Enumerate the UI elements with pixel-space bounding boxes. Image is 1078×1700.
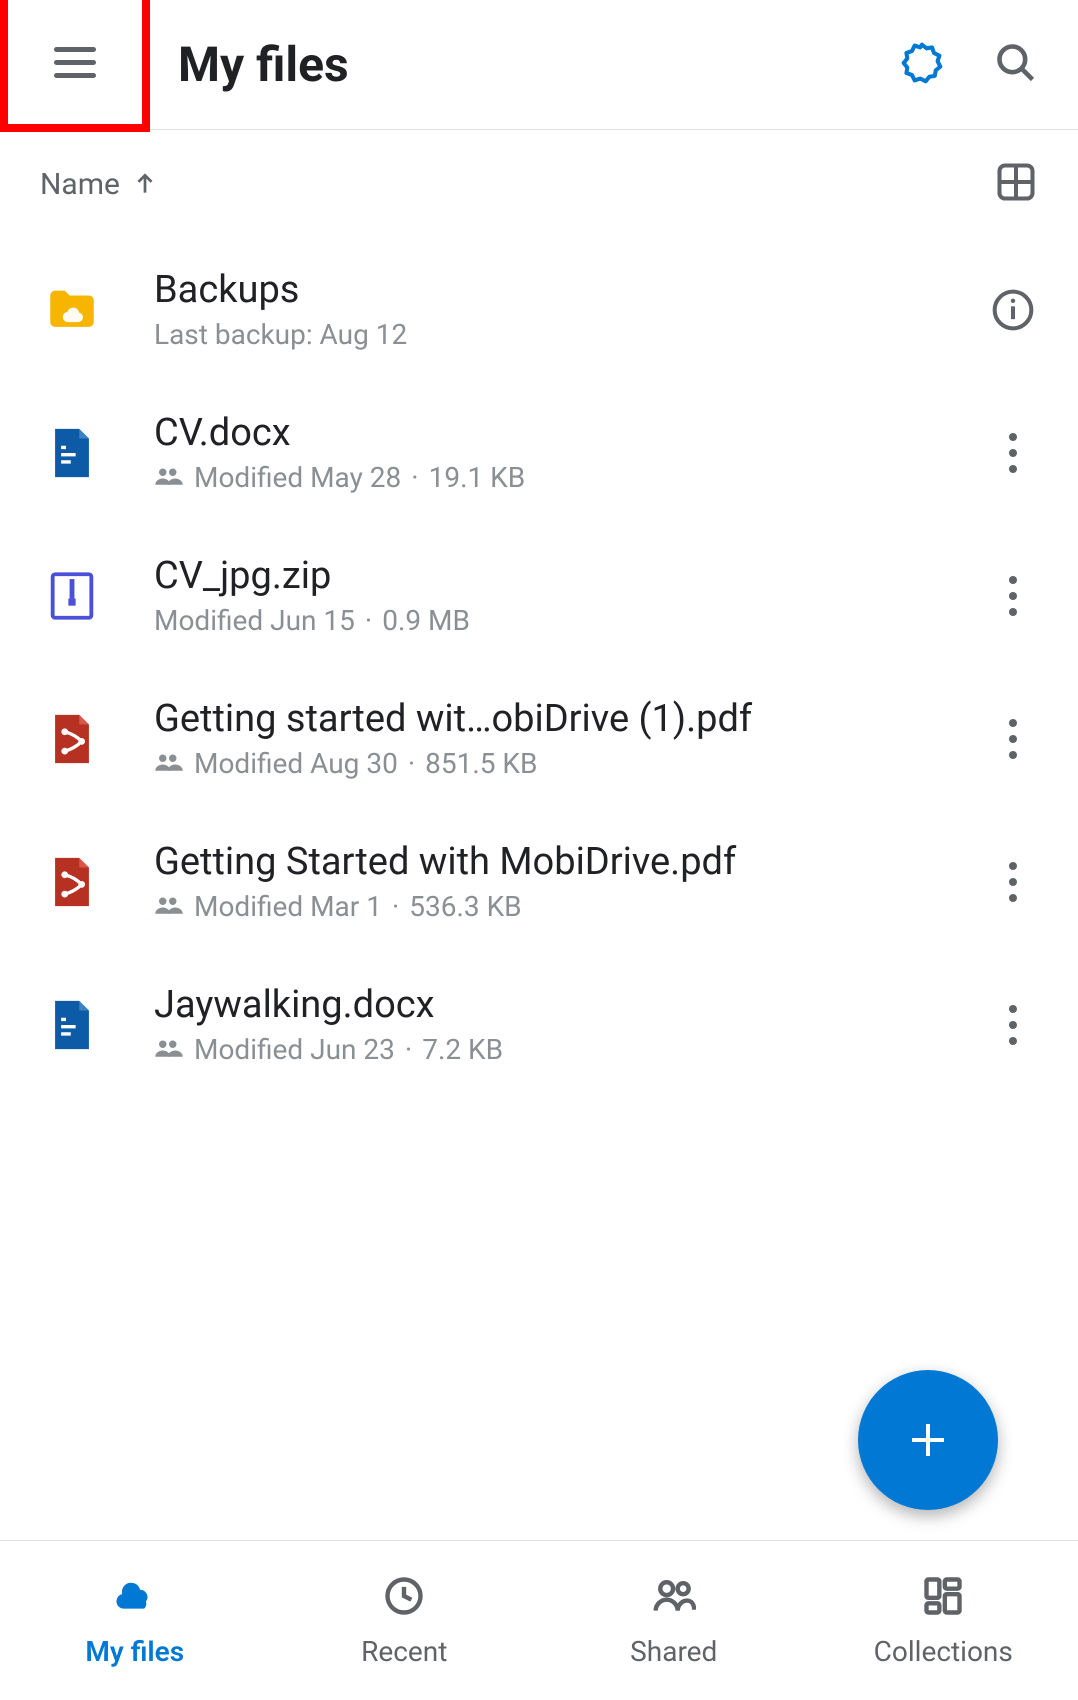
nav-label: Recent <box>361 1635 447 1668</box>
nav-label: Collections <box>874 1635 1013 1668</box>
file-info: CV_jpg.zip Modified Jun 15 · 0.9 MB <box>154 554 988 637</box>
more-icon <box>1009 719 1017 759</box>
file-size: 7.2 KB <box>422 1033 503 1066</box>
search-icon[interactable] <box>994 41 1038 89</box>
pdf-icon <box>40 850 104 914</box>
people-icon <box>652 1574 696 1625</box>
file-list: Backups Last backup: Aug 12 CV.docx Modifie… <box>0 238 1078 1096</box>
cloud-icon <box>113 1574 157 1625</box>
file-row[interactable]: Getting started wit…obiDrive (1).pdf Modi… <box>0 667 1078 810</box>
file-info: Getting started wit…obiDrive (1).pdf Modi… <box>154 697 988 780</box>
sort-button[interactable]: Name <box>40 167 158 202</box>
file-size: 536.3 KB <box>409 890 521 923</box>
shared-icon <box>154 890 184 923</box>
folder-cloud-icon <box>40 278 104 342</box>
plus-icon <box>904 1416 952 1464</box>
more-button[interactable] <box>988 433 1038 473</box>
file-meta: Modified Jun 15 · 0.9 MB <box>154 604 988 637</box>
zip-icon <box>40 564 104 628</box>
app-header: My files <box>0 0 1078 130</box>
file-row[interactable]: Getting Started with MobiDrive.pdf Modifi… <box>0 810 1078 953</box>
file-modified: Modified Jun 15 <box>154 604 355 637</box>
file-modified: Modified Mar 1 <box>194 890 382 923</box>
separator: · <box>405 1033 412 1066</box>
file-meta: Modified Mar 1 · 536.3 KB <box>154 890 988 923</box>
premium-badge-icon[interactable] <box>900 41 944 89</box>
more-button[interactable] <box>988 576 1038 616</box>
shared-icon <box>154 461 184 494</box>
separator: · <box>411 461 418 494</box>
separator: · <box>408 747 415 780</box>
nav-collections[interactable]: Collections <box>809 1541 1078 1700</box>
file-modified: Modified Jun 23 <box>194 1033 395 1066</box>
docx-icon <box>40 421 104 485</box>
sort-label-text: Name <box>40 167 120 202</box>
nav-my-files[interactable]: My files <box>0 1541 270 1700</box>
arrow-up-icon <box>132 171 158 197</box>
file-meta: Modified Jun 23 · 7.2 KB <box>154 1033 988 1066</box>
file-row[interactable]: Backups Last backup: Aug 12 <box>0 238 1078 381</box>
file-name: CV.docx <box>154 411 988 455</box>
bottom-navigation: My files Recent Shared Collections <box>0 1540 1078 1700</box>
menu-button-highlight <box>0 0 150 132</box>
separator: · <box>365 604 372 637</box>
info-button[interactable] <box>988 288 1038 332</box>
more-button[interactable] <box>988 862 1038 902</box>
nav-label: Shared <box>630 1635 717 1668</box>
file-name: Backups <box>154 268 988 312</box>
file-info: Getting Started with MobiDrive.pdf Modifi… <box>154 840 988 923</box>
file-modified: Modified Aug 30 <box>194 747 398 780</box>
file-row[interactable]: CV.docx Modified May 28 · 19.1 KB <box>0 381 1078 524</box>
file-size: 19.1 KB <box>429 461 526 494</box>
file-row[interactable]: CV_jpg.zip Modified Jun 15 · 0.9 MB <box>0 524 1078 667</box>
file-size: 0.9 MB <box>382 604 470 637</box>
file-size: 851.5 KB <box>425 747 537 780</box>
header-actions <box>900 41 1058 89</box>
file-meta: Modified May 28 · 19.1 KB <box>154 461 988 494</box>
more-icon <box>1009 433 1017 473</box>
sort-bar: Name <box>0 130 1078 238</box>
file-meta: Modified Aug 30 · 851.5 KB <box>154 747 988 780</box>
file-info: CV.docx Modified May 28 · 19.1 KB <box>154 411 988 494</box>
more-icon <box>1009 1005 1017 1045</box>
docx-icon <box>40 993 104 1057</box>
file-row[interactable]: Jaywalking.docx Modified Jun 23 · 7.2 KB <box>0 953 1078 1096</box>
shared-icon <box>154 747 184 780</box>
separator: · <box>392 890 399 923</box>
file-meta: Last backup: Aug 12 <box>154 318 988 351</box>
pdf-icon <box>40 707 104 771</box>
nav-label: My files <box>85 1635 184 1668</box>
file-name: CV_jpg.zip <box>154 554 988 598</box>
collections-icon <box>921 1574 965 1625</box>
file-modified: Modified May 28 <box>194 461 401 494</box>
menu-icon[interactable] <box>54 47 96 78</box>
shared-icon <box>154 1033 184 1066</box>
file-modified: Last backup: Aug 12 <box>154 318 407 351</box>
more-button[interactable] <box>988 1005 1038 1045</box>
nav-shared[interactable]: Shared <box>539 1541 809 1700</box>
add-button[interactable] <box>858 1370 998 1510</box>
file-name: Getting Started with MobiDrive.pdf <box>154 840 988 884</box>
file-info: Jaywalking.docx Modified Jun 23 · 7.2 KB <box>154 983 988 1066</box>
grid-icon <box>994 160 1038 204</box>
nav-recent[interactable]: Recent <box>270 1541 540 1700</box>
clock-icon <box>382 1574 426 1625</box>
more-icon <box>1009 862 1017 902</box>
grid-view-toggle[interactable] <box>994 160 1038 208</box>
page-title: My files <box>178 36 900 93</box>
more-button[interactable] <box>988 719 1038 759</box>
file-name: Jaywalking.docx <box>154 983 988 1027</box>
file-info: Backups Last backup: Aug 12 <box>154 268 988 351</box>
file-name: Getting started wit…obiDrive (1).pdf <box>154 697 988 741</box>
more-icon <box>1009 576 1017 616</box>
